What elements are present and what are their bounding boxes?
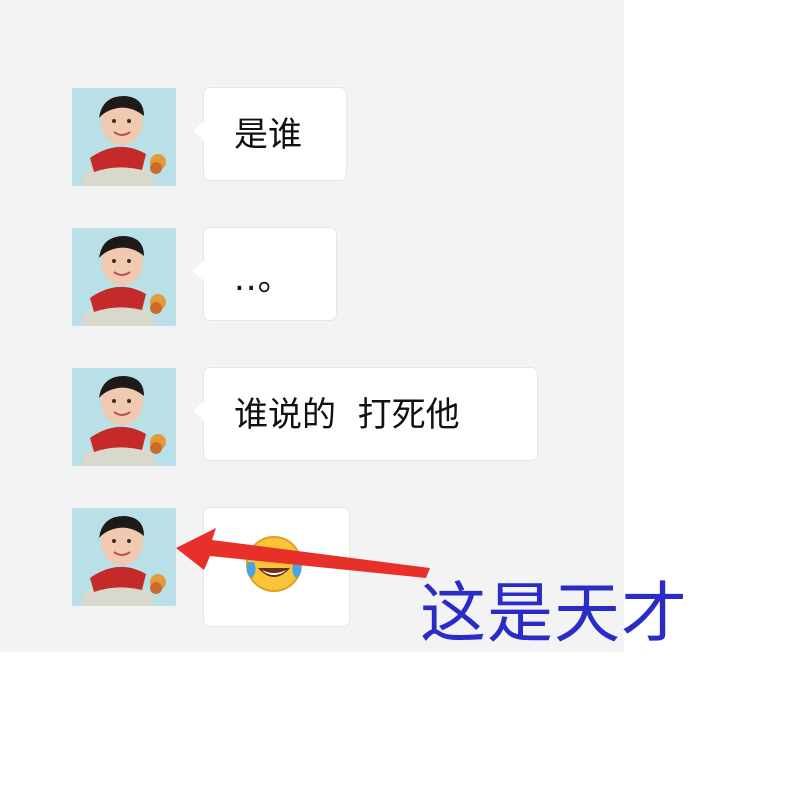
child-avatar-icon xyxy=(72,508,176,606)
avatar[interactable] xyxy=(72,508,176,606)
child-avatar-icon xyxy=(72,228,176,326)
screenshot-canvas: 是谁 ..。 谁说的 打死他 这是天才 xyxy=(0,0,800,800)
annotation-caption: 这是天才 xyxy=(420,575,688,652)
message-bubble[interactable] xyxy=(193,508,349,626)
avatar[interactable] xyxy=(72,88,176,186)
avatar[interactable] xyxy=(72,368,176,466)
child-avatar-icon xyxy=(72,368,176,466)
chat-panel: 是谁 ..。 谁说的 打死他 xyxy=(0,0,624,652)
message-text: 谁说的 打死他 xyxy=(234,395,460,435)
message-bubble[interactable]: ..。 xyxy=(193,228,336,320)
message-text: 是谁 xyxy=(234,115,302,155)
child-avatar-icon xyxy=(72,88,176,186)
message-text: ..。 xyxy=(234,259,293,299)
message-bubble[interactable]: 谁说的 打死他 xyxy=(193,368,537,460)
avatar[interactable] xyxy=(72,228,176,326)
message-bubble[interactable]: 是谁 xyxy=(193,88,346,180)
tears-of-joy-emoji-icon xyxy=(242,532,306,596)
